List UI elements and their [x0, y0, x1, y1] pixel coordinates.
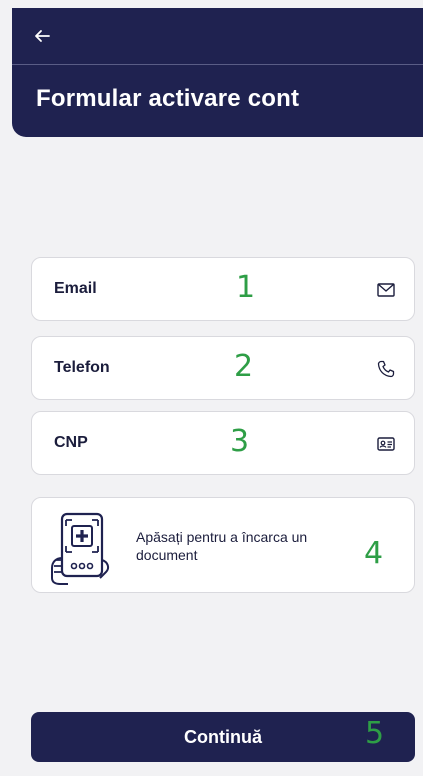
annotation-number: 4 [364, 536, 384, 571]
back-button[interactable] [30, 24, 54, 48]
phone-field[interactable]: Telefon 2 [31, 336, 415, 400]
phone-field-label: Telefon [54, 359, 110, 376]
id-card-icon [377, 437, 395, 451]
page-title: Formular activare cont [36, 85, 300, 112]
phone-icon [377, 360, 395, 378]
envelope-icon [377, 283, 395, 297]
continue-button[interactable]: Continuă 5 [31, 712, 415, 762]
annotation-number: 2 [234, 349, 254, 384]
annotation-number: 5 [365, 716, 385, 751]
arrow-left-icon [35, 30, 50, 42]
document-upload-icon [51, 512, 110, 585]
top-app-bar [12, 8, 423, 64]
continue-button-label: Continuă [184, 726, 262, 747]
cnp-field-label: CNP [54, 434, 88, 451]
upload-document-button[interactable]: Apăsați pentru a încarca un document 4 [31, 497, 415, 593]
cnp-field[interactable]: CNP 3 [31, 411, 415, 475]
upload-document-label: Apăsați pentru a încarca un document [136, 529, 308, 563]
email-field-label: Email [54, 280, 97, 297]
annotation-number: 1 [236, 270, 256, 305]
title-band: Formular activare cont [12, 65, 423, 137]
annotation-number: 3 [230, 424, 250, 459]
email-field[interactable]: Email 1 [31, 257, 415, 321]
